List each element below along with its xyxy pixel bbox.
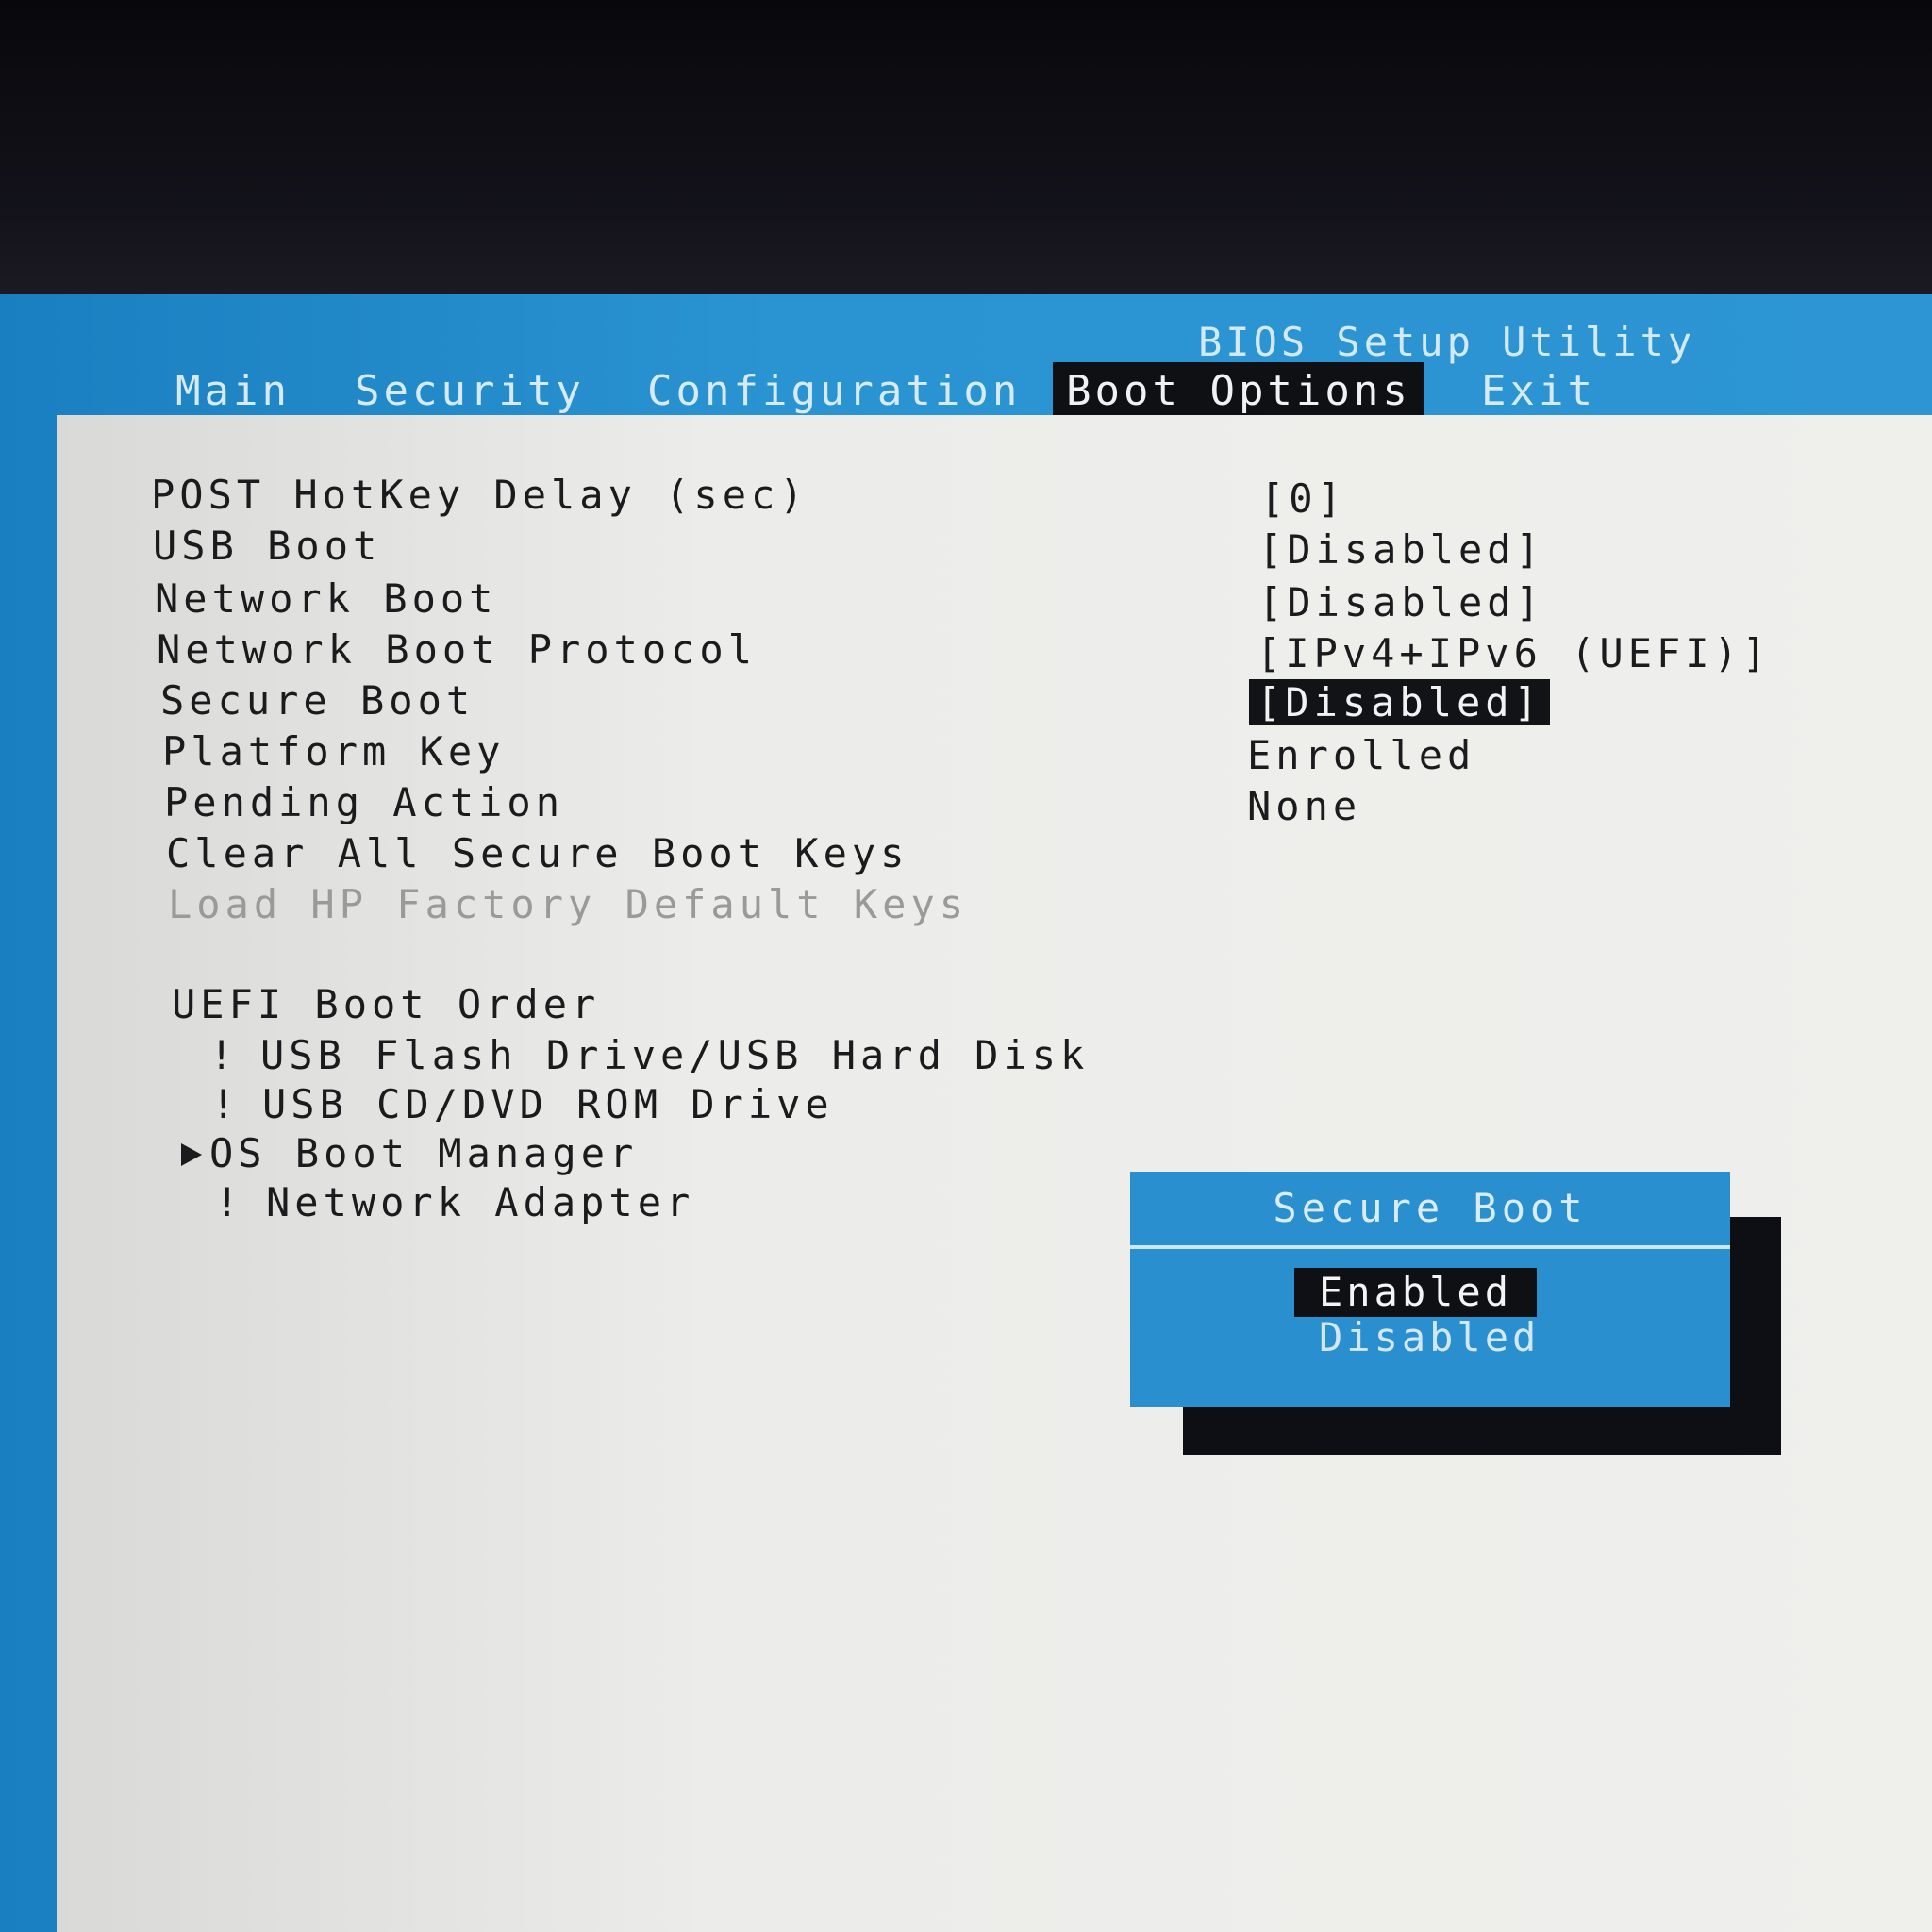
boot-item-marker: ! xyxy=(215,1179,244,1225)
setting-network-boot-protocol[interactable]: Network Boot Protocol xyxy=(157,626,757,673)
tab-main[interactable]: Main xyxy=(162,362,304,421)
boot-item-marker: ! xyxy=(211,1081,241,1127)
popup-option-disabled[interactable]: Disabled xyxy=(1294,1313,1564,1362)
value-usb-boot[interactable]: [Disabled] xyxy=(1258,526,1544,573)
popup-option-enabled[interactable]: Enabled xyxy=(1294,1268,1538,1317)
boot-order-heading: UEFI Boot Order xyxy=(172,981,601,1027)
photo-of-screen: BIOS Setup Utility Main Security Configu… xyxy=(0,0,1932,1932)
setting-clear-secure-boot-keys[interactable]: Clear All Secure Boot Keys xyxy=(166,830,908,876)
setting-post-hotkey-delay[interactable]: POST HotKey Delay (sec) xyxy=(151,472,808,518)
setting-secure-boot[interactable]: Secure Boot xyxy=(160,677,475,724)
value-network-boot[interactable]: [Disabled] xyxy=(1258,579,1544,625)
setting-pending-action: Pending Action xyxy=(164,779,565,825)
boot-item-network-adapter[interactable]: Network Adapter xyxy=(266,1179,694,1225)
tab-boot-options[interactable]: Boot Options xyxy=(1053,362,1424,421)
secure-boot-popup: Secure Boot Enabled Disabled xyxy=(1130,1172,1730,1407)
value-pending-action: None xyxy=(1247,783,1362,829)
value-secure-boot[interactable]: [Disabled] xyxy=(1249,679,1550,725)
popup-title: Secure Boot xyxy=(1273,1185,1588,1231)
monitor-bezel xyxy=(0,0,1932,294)
setting-network-boot[interactable]: Network Boot xyxy=(155,575,497,622)
boot-item-os-boot-manager[interactable]: OS Boot Manager xyxy=(209,1130,638,1176)
value-network-boot-protocol[interactable]: [IPv4+IPv6 (UEFI)] xyxy=(1257,630,1771,676)
setting-load-factory-keys: Load HP Factory Default Keys xyxy=(168,881,969,927)
value-platform-key: Enrolled xyxy=(1247,732,1476,778)
setting-platform-key: Platform Key xyxy=(162,728,506,774)
bios-title: BIOS Setup Utility xyxy=(1198,319,1696,365)
tab-exit[interactable]: Exit xyxy=(1468,362,1609,421)
popup-divider xyxy=(1130,1245,1730,1249)
setting-usb-boot[interactable]: USB Boot xyxy=(153,523,381,569)
tab-configuration[interactable]: Configuration xyxy=(634,362,1034,421)
boot-item-usb-flash[interactable]: USB Flash Drive/USB Hard Disk xyxy=(260,1032,1089,1078)
boot-item-usb-cd-dvd[interactable]: USB CD/DVD ROM Drive xyxy=(262,1081,834,1127)
value-post-hotkey-delay[interactable]: [0] xyxy=(1260,475,1346,522)
boot-item-marker: ! xyxy=(209,1032,239,1078)
selection-arrow-icon xyxy=(181,1143,202,1166)
tab-security[interactable]: Security xyxy=(341,362,598,421)
